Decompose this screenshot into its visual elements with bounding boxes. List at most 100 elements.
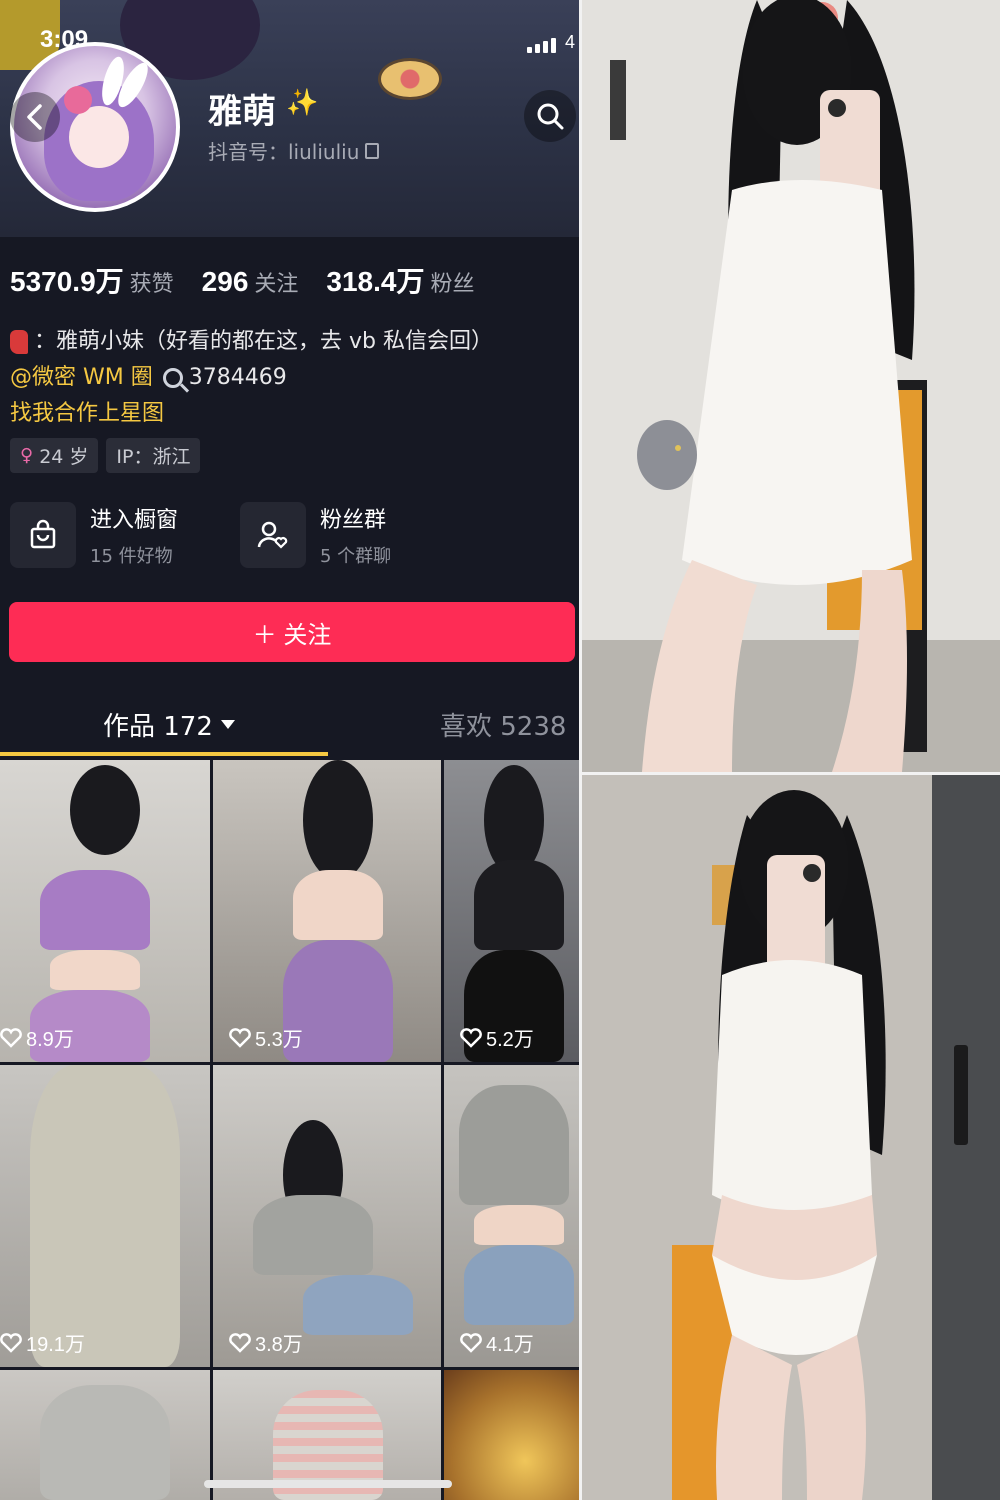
photo-bottom-illustration xyxy=(582,775,1000,1500)
likes-text: 19.1万 xyxy=(26,1334,85,1356)
video-thumbnail[interactable]: 4.1万 xyxy=(444,1065,579,1367)
back-button[interactable] xyxy=(10,92,60,142)
home-indicator[interactable] xyxy=(204,1480,452,1488)
bio-mention-link[interactable]: @微密 WM 圈 xyxy=(10,360,153,396)
star-map-link[interactable]: 找我合作上星图 xyxy=(10,396,164,432)
female-icon: ♀ xyxy=(20,445,34,466)
entry-subtitle: 5 个群聊 xyxy=(320,546,392,567)
search-icon xyxy=(537,103,564,130)
cookie-sticker xyxy=(378,58,442,100)
video-thumbnail[interactable]: 5.3万 xyxy=(213,760,441,1062)
thumb-figure-top xyxy=(253,1195,373,1275)
likes-count: 4.1万 xyxy=(460,1328,534,1357)
profile-tags: ♀ 24 岁 IP：浙江 xyxy=(10,438,201,473)
scarf-icon xyxy=(10,330,28,354)
likes-count: 5.2万 xyxy=(460,1023,534,1052)
bio-number: 3784469 xyxy=(188,365,287,390)
tab-works-label: 作品 172 xyxy=(103,712,213,742)
avatar-face xyxy=(69,106,129,168)
signal-icon xyxy=(551,38,556,53)
thumb-figure-dress xyxy=(30,1065,180,1367)
tab-likes[interactable]: 喜欢 5238 xyxy=(440,706,566,743)
signal-icon xyxy=(543,41,548,53)
signal-icon xyxy=(535,44,540,53)
photo-bottom xyxy=(582,775,1000,1500)
thumb-figure-shorts xyxy=(303,1275,413,1335)
fan-group-entry[interactable]: 粉丝群 5 个群聊 xyxy=(240,502,391,568)
heart-icon xyxy=(460,1332,482,1353)
likes-text: 3.8万 xyxy=(255,1334,303,1356)
video-thumbnail[interactable]: 3.8万 xyxy=(213,1065,441,1367)
thumb-figure-back xyxy=(293,870,383,940)
tab-active-indicator xyxy=(0,752,328,756)
video-thumbnail[interactable] xyxy=(0,1370,210,1500)
shop-window-entry[interactable]: 进入橱窗 15 件好物 xyxy=(10,502,178,568)
thumb-figure-top xyxy=(459,1085,569,1205)
sparkle-icon: ✨ xyxy=(286,88,319,118)
signal-icon xyxy=(527,47,532,53)
likes-count: 19.1万 xyxy=(0,1328,85,1357)
heart-icon xyxy=(229,1027,251,1048)
bio-line: ：雅萌小妹（好看的都在这，去 vb 私信会回） xyxy=(10,324,570,360)
age-text: 24 岁 xyxy=(39,446,89,468)
likes-text: 4.1万 xyxy=(486,1334,534,1356)
stat-label: 粉丝 xyxy=(430,272,475,297)
stat-label: 获赞 xyxy=(129,272,174,297)
heart-icon xyxy=(460,1027,482,1048)
heart-icon xyxy=(0,1332,22,1353)
nickname: 雅萌 xyxy=(208,92,276,132)
stat-label: 关注 xyxy=(254,272,299,297)
copy-icon[interactable] xyxy=(365,142,380,159)
thumb-figure-body xyxy=(474,1205,564,1245)
douyin-id-text: 抖音号：liuliuliu xyxy=(208,140,360,164)
thumb-figure-hair xyxy=(70,765,140,855)
likes-count: 3.8万 xyxy=(229,1328,303,1357)
chevron-down-icon[interactable] xyxy=(220,720,235,729)
video-thumbnail[interactable]: 19.1万 xyxy=(0,1065,210,1367)
profile-screen: 3:09 4 雅萌 ✨ 抖音号：liuliuliu 5370.9万 获赞 296… xyxy=(0,0,579,1500)
video-thumbnail[interactable]: 5.2万 xyxy=(444,760,579,1062)
bio-line: 找我合作上星图 xyxy=(10,396,570,432)
ip-tag: IP：浙江 xyxy=(106,438,201,473)
thumb-figure-top xyxy=(474,860,564,950)
douyin-id[interactable]: 抖音号：liuliuliu xyxy=(208,136,380,165)
likes-text: 5.3万 xyxy=(255,1029,303,1051)
stat-followers[interactable]: 318.4万 粉丝 xyxy=(326,260,474,300)
photo-top xyxy=(582,0,1000,772)
back-arrow-icon xyxy=(27,104,42,130)
status-bar-icons: 4 xyxy=(527,32,575,53)
bio-text: ：雅萌小妹（好看的都在这，去 vb 私信会回） xyxy=(34,329,493,354)
stat-value: 318.4万 xyxy=(326,266,425,297)
video-thumbnail[interactable]: 8.9万 xyxy=(0,760,210,1062)
bio-line: @微密 WM 圈 3784469 xyxy=(10,360,570,396)
follow-button[interactable]: ＋ 关注 xyxy=(9,602,575,662)
heart-icon xyxy=(0,1027,22,1048)
likes-text: 8.9万 xyxy=(26,1029,74,1051)
video-thumbnail[interactable] xyxy=(444,1370,579,1500)
stat-following[interactable]: 296 关注 xyxy=(202,266,299,298)
stat-value: 5370.9万 xyxy=(10,266,124,297)
avatar-flower xyxy=(64,86,92,114)
thumb-figure-top xyxy=(40,870,150,950)
entry-title: 粉丝群 xyxy=(320,508,387,533)
likes-count: 8.9万 xyxy=(0,1023,74,1052)
entry-title: 进入橱窗 xyxy=(90,508,179,533)
thumb-figure-hair xyxy=(484,765,544,875)
fan-group-icon xyxy=(240,502,306,568)
stat-likes[interactable]: 5370.9万 获赞 xyxy=(10,260,174,300)
thumb-figure-body xyxy=(50,950,140,990)
thumb-figure-shorts xyxy=(464,1245,574,1325)
stats-row: 5370.9万 获赞 296 关注 318.4万 粉丝 xyxy=(10,260,475,300)
tab-works[interactable]: 作品 172 xyxy=(103,706,235,743)
bio: ：雅萌小妹（好看的都在这，去 vb 私信会回） @微密 WM 圈 3784469… xyxy=(10,324,570,432)
ip-text: IP：浙江 xyxy=(116,446,191,468)
entry-subtitle: 15 件好物 xyxy=(90,546,173,567)
photo-top-illustration xyxy=(582,0,1000,772)
battery-level: 4 xyxy=(565,32,576,52)
thumb-figure-hair xyxy=(303,760,373,880)
search-button[interactable] xyxy=(524,90,576,142)
heart-icon xyxy=(229,1332,251,1353)
age-tag: ♀ 24 岁 xyxy=(10,438,99,473)
likes-count: 5.3万 xyxy=(229,1023,303,1052)
thumb-figure-top xyxy=(40,1385,170,1500)
